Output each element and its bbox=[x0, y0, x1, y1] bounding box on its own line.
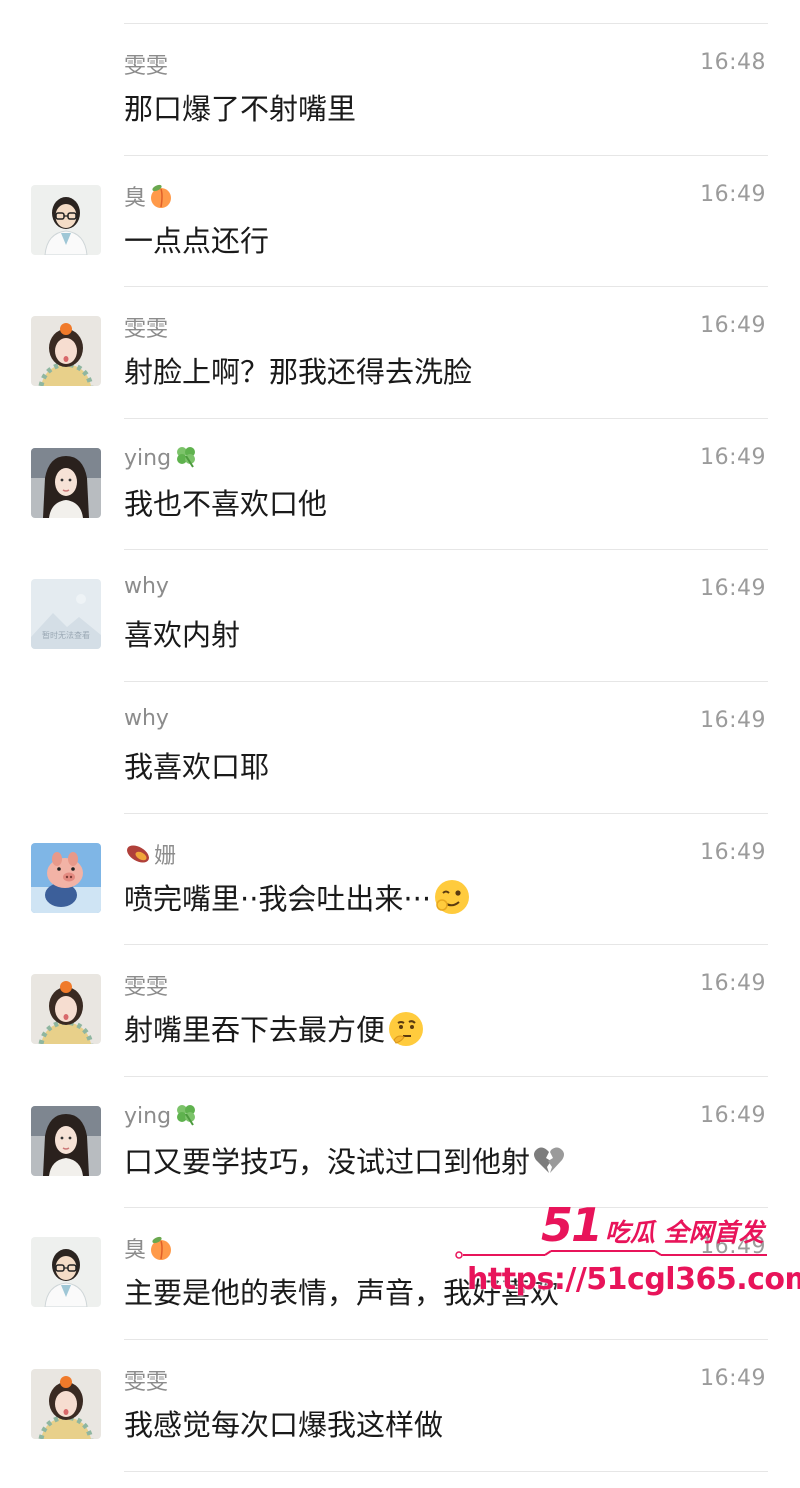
sender-name: 雯雯 bbox=[124, 969, 168, 1001]
message-text[interactable]: 喜欢内射 bbox=[124, 612, 240, 654]
chat-message-row[interactable]: ying 16:49 我也不喜欢口他 bbox=[0, 419, 800, 551]
placeholder-landscape-avatar[interactable]: 暂时无法查看 bbox=[31, 579, 101, 650]
message-text-content: 射脸上啊？那我还得去洗脸 bbox=[124, 355, 473, 390]
chat-message-row[interactable]: ying 16:49 口又要学技巧，没试过口到他射 bbox=[0, 1077, 800, 1209]
chat-message-row[interactable]: 臭 16:49 主要是他的表情，声音，我好喜欢 bbox=[0, 1208, 800, 1340]
sender-name: 臭 bbox=[124, 180, 174, 215]
chat-message-row[interactable]: 臭 16:49 一点点还行 bbox=[0, 156, 800, 288]
sender-name: 臭 bbox=[124, 1232, 174, 1267]
message-timestamp: 16:48 bbox=[700, 50, 766, 75]
message-timestamp: 16:49 bbox=[700, 1234, 766, 1260]
placeholder-avatar-caption: 暂时无法查看 bbox=[42, 630, 90, 640]
message-text[interactable]: 我喜欢口耶 bbox=[124, 744, 269, 786]
message-text-content: 我也不喜欢口他 bbox=[124, 486, 328, 521]
clover-emoji bbox=[173, 1101, 199, 1133]
message-timestamp: 16:49 bbox=[700, 971, 766, 997]
peach-emoji bbox=[148, 183, 174, 215]
girl-avatar[interactable] bbox=[31, 1368, 101, 1439]
message-text-content: 一点点还行 bbox=[124, 223, 270, 258]
glasses-doctor-avatar[interactable] bbox=[31, 1237, 101, 1308]
sender-name-text: 臭 bbox=[124, 185, 147, 211]
glasses-doctor-avatar[interactable] bbox=[31, 184, 101, 255]
message-text-content: 喷完嘴里··我会吐出来··· bbox=[124, 881, 432, 916]
sender-name: ying bbox=[124, 443, 199, 475]
message-text-content: 口又要学技巧，没试过口到他射 bbox=[124, 1144, 531, 1179]
sender-name-text: 臭 bbox=[124, 1238, 147, 1264]
message-timestamp: 16:49 bbox=[700, 576, 766, 602]
message-text[interactable]: 我也不喜欢口他 bbox=[124, 481, 327, 523]
long-hair-girl-avatar[interactable] bbox=[31, 1105, 101, 1176]
message-text[interactable]: 口又要学技巧，没试过口到他射 bbox=[124, 1139, 566, 1184]
message-timestamp: 16:49 bbox=[700, 839, 766, 865]
chat-message-row[interactable]: why 16:49 我喜欢口耶 bbox=[0, 682, 800, 814]
sweet-potato-emoji bbox=[124, 842, 152, 872]
chat-message-row[interactable]: 姗 16:49 喷完嘴里··我会吐出来··· bbox=[0, 814, 800, 946]
peach-emoji bbox=[148, 1235, 174, 1267]
message-text[interactable]: 喷完嘴里··我会吐出来··· bbox=[124, 876, 471, 924]
long-hair-girl-avatar[interactable] bbox=[31, 447, 101, 518]
sender-name-text: 雯雯 bbox=[124, 54, 169, 79]
sender-name-text: ying bbox=[124, 1103, 172, 1129]
message-timestamp: 16:49 bbox=[700, 1102, 766, 1128]
message-text-content: 那口爆了不射嘴里 bbox=[124, 92, 357, 126]
chat-message-row[interactable]: 雯雯 16:49 我感觉每次口爆我这样做 bbox=[0, 1340, 800, 1472]
message-text[interactable]: 射嘴里吞下去最方便 bbox=[124, 1007, 425, 1055]
sender-name: 雯雯 bbox=[124, 311, 168, 343]
message-text[interactable]: 那口爆了不射嘴里 bbox=[124, 86, 356, 128]
sender-name: why bbox=[124, 706, 169, 731]
sender-name-text: why bbox=[124, 705, 169, 731]
sender-name: why bbox=[124, 574, 169, 599]
message-text[interactable]: 射脸上啊？那我还得去洗脸 bbox=[124, 349, 472, 391]
message-text-content: 喜欢内射 bbox=[124, 618, 241, 653]
broken-heart-emoji bbox=[532, 1144, 566, 1183]
message-text-content: 主要是他的表情，声音，我好喜欢 bbox=[124, 1276, 560, 1311]
chat-message-list[interactable]: 雯雯 16:48 那口爆了不射嘴里臭 16:49 一点点还行 雯雯 16:49 射脸上啊？那我… bbox=[0, 24, 800, 1472]
message-timestamp: 16:49 bbox=[700, 181, 766, 207]
message-text-content: 我感觉每次口爆我这样做 bbox=[124, 1407, 444, 1442]
girl-avatar[interactable] bbox=[31, 974, 101, 1045]
sender-name: 姗 bbox=[124, 838, 176, 872]
message-text[interactable]: 一点点还行 bbox=[124, 218, 269, 260]
message-timestamp: 16:49 bbox=[700, 313, 766, 339]
message-text-content: 射嘴里吞下去最方便 bbox=[124, 1013, 386, 1048]
sender-name-text: 雯雯 bbox=[124, 975, 169, 1001]
pig-toy-avatar[interactable] bbox=[31, 842, 101, 913]
sender-name: 雯雯 bbox=[124, 48, 168, 80]
wink-emoji bbox=[433, 878, 471, 923]
sender-name-text: 雯雯 bbox=[124, 317, 169, 343]
message-text-content: 我喜欢口耶 bbox=[124, 749, 270, 784]
chat-message-row[interactable]: 雯雯 16:49 射脸上啊？那我还得去洗脸 bbox=[0, 287, 800, 419]
chat-message-row[interactable]: 雯雯 16:49 射嘴里吞下去最方便 bbox=[0, 945, 800, 1077]
sender-name-text: ying bbox=[124, 445, 172, 471]
message-timestamp: 16:49 bbox=[700, 1365, 766, 1391]
sender-name: 雯雯 bbox=[124, 1364, 168, 1396]
chat-message-row[interactable]: 暂时无法查看 why 16:49 喜欢内射 bbox=[0, 550, 800, 682]
girl-avatar[interactable] bbox=[31, 316, 101, 387]
message-text[interactable]: 我感觉每次口爆我这样做 bbox=[124, 1402, 443, 1444]
message-timestamp: 16:49 bbox=[700, 444, 766, 470]
sender-name: ying bbox=[124, 1101, 199, 1133]
clover-emoji bbox=[173, 443, 199, 475]
message-timestamp: 16:49 bbox=[700, 707, 766, 733]
thinking-emoji bbox=[387, 1010, 425, 1055]
chat-message-row[interactable]: 雯雯 16:48 那口爆了不射嘴里 bbox=[0, 24, 800, 156]
message-text[interactable]: 主要是他的表情，声音，我好喜欢 bbox=[124, 1270, 559, 1312]
sender-name-text: why bbox=[124, 574, 169, 600]
sender-name-text: 姗 bbox=[154, 843, 177, 869]
sender-name-text: 雯雯 bbox=[124, 1369, 169, 1395]
